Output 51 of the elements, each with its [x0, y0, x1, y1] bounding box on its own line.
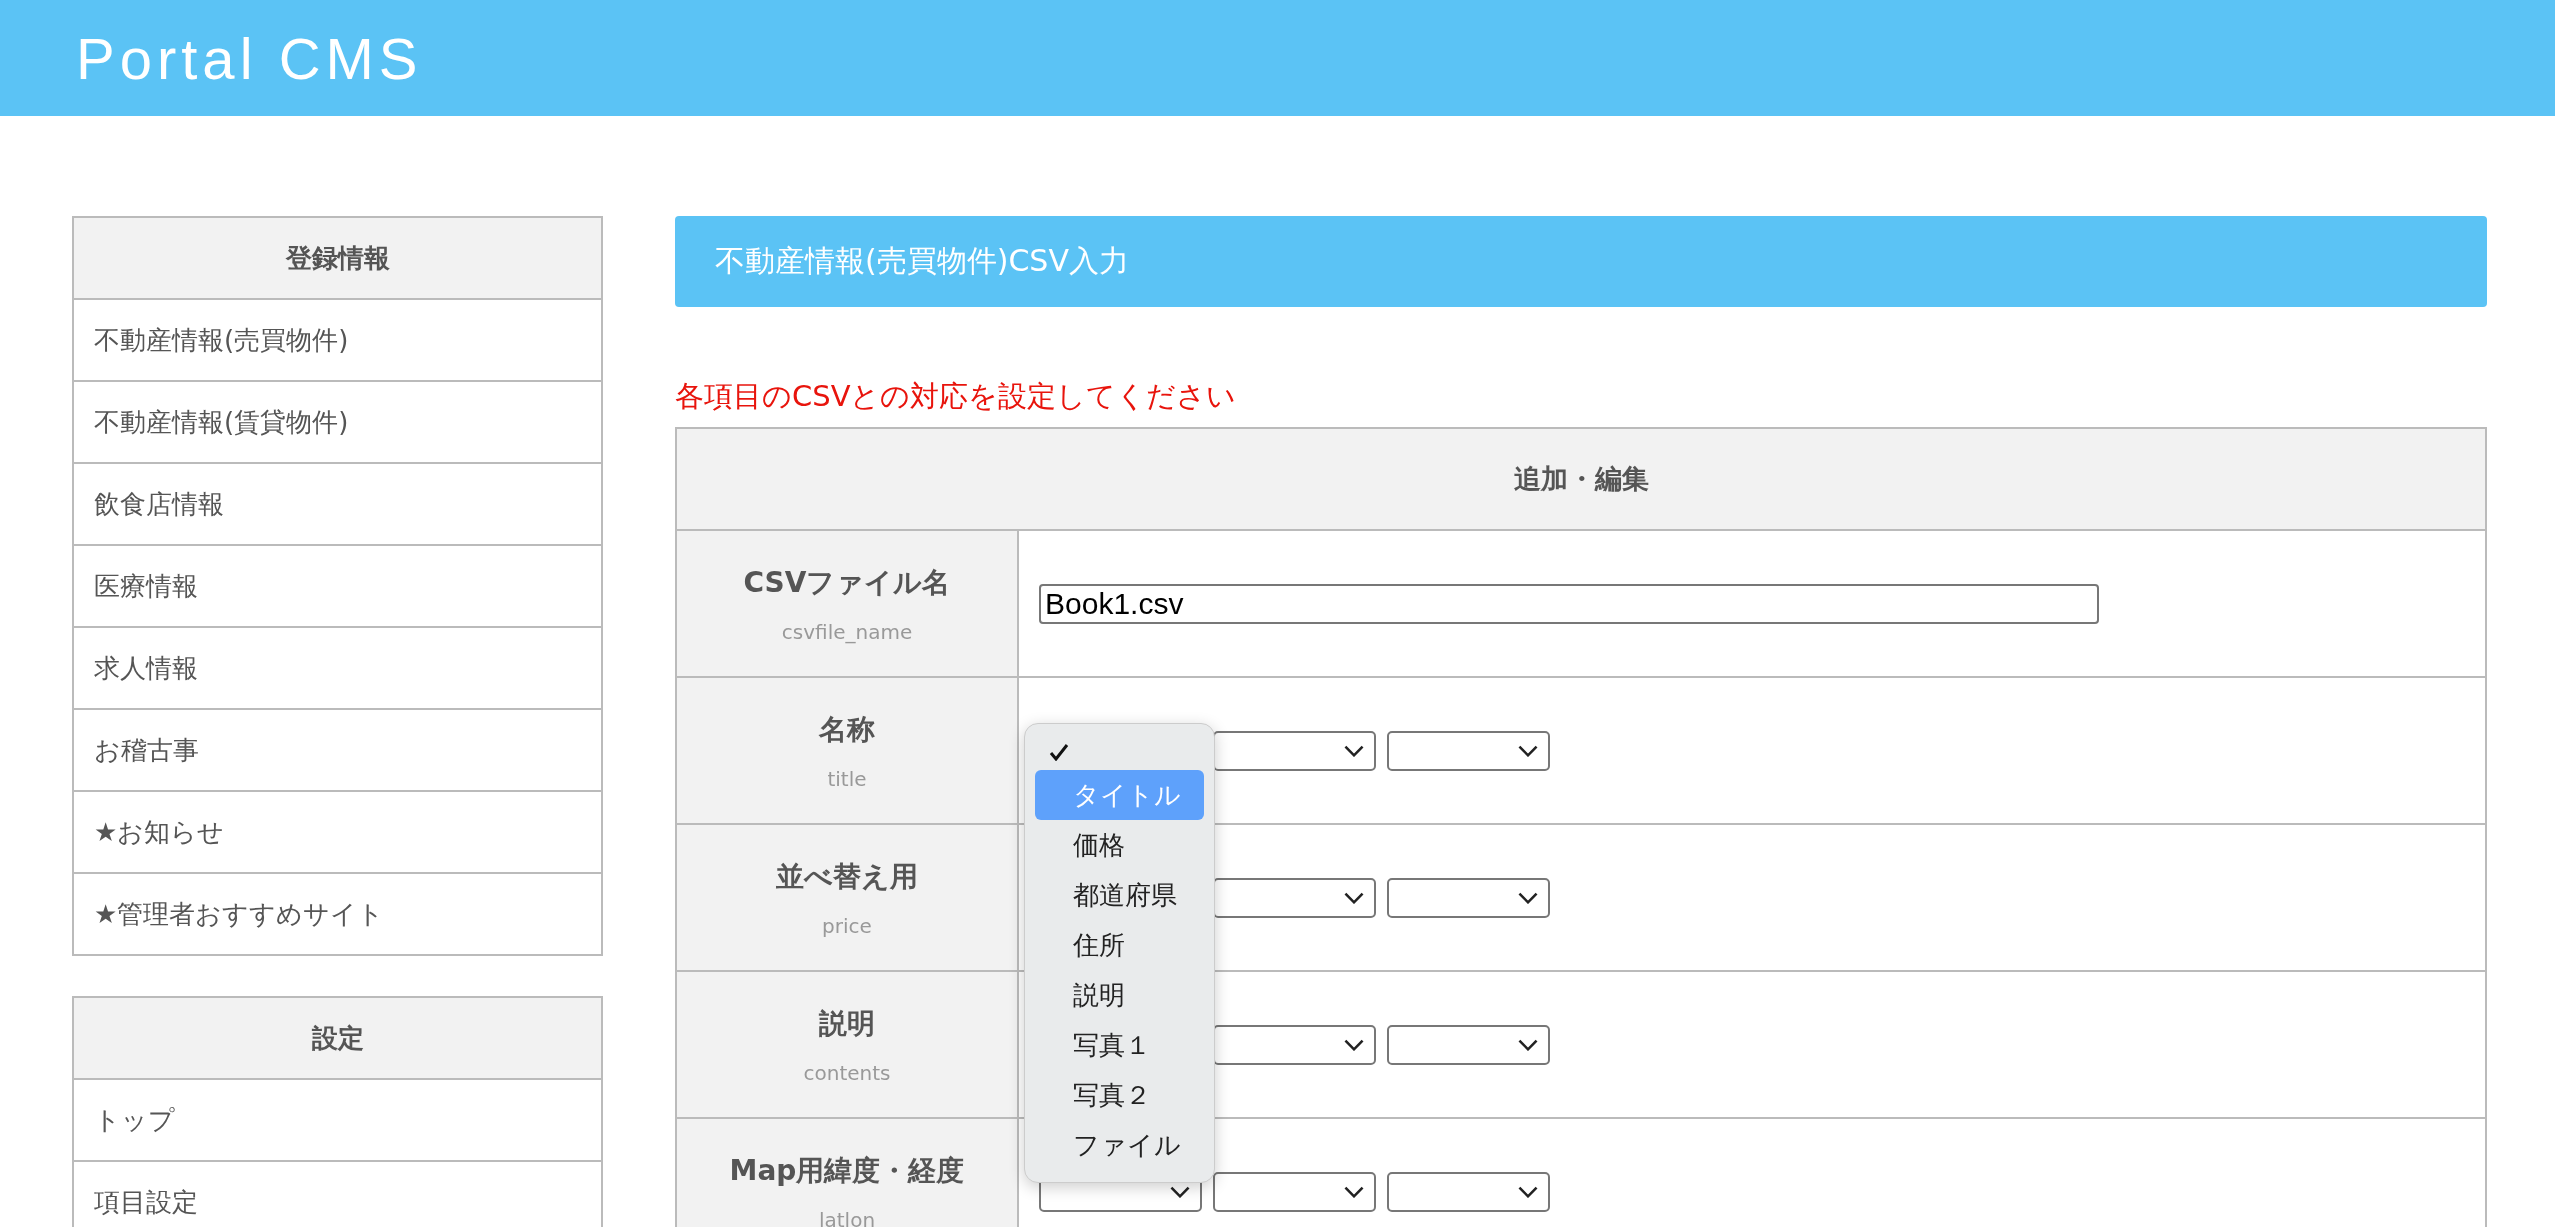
field-key: title [678, 766, 1016, 791]
caret-icon [1344, 1185, 1364, 1198]
dropdown-option[interactable]: 写真１ [1035, 1020, 1204, 1070]
field-label: Map用緯度・経度 [728, 1152, 966, 1189]
sidebar-item[interactable]: 求人情報 [74, 628, 601, 710]
dropdown-option[interactable]: 写真２ [1035, 1070, 1204, 1120]
sidebar-item[interactable]: お稽古事 [74, 710, 601, 792]
notice-text: 各項目のCSVとの対応を設定してください [675, 378, 1238, 415]
field-label: CSVファイル名 [742, 564, 952, 601]
dropdown-option[interactable]: 説明 [1035, 970, 1204, 1020]
field-label: 並べ替え用 [775, 858, 919, 895]
sidebar-heading: 登録情報 [74, 218, 601, 300]
select-field[interactable] [1387, 877, 1550, 918]
page-title: 不動産情報(売買物件)CSV入力 [675, 216, 2487, 307]
caret-icon [1344, 1038, 1364, 1051]
sidebar-item[interactable]: トップ [74, 1080, 601, 1162]
select-field[interactable] [1387, 1171, 1550, 1212]
sidebar-heading: 設定 [74, 998, 601, 1080]
caret-icon [1344, 891, 1364, 904]
site-title: Portal CMS [76, 24, 423, 92]
caret-icon [1518, 744, 1538, 757]
sidebar-item[interactable]: 医療情報 [74, 546, 601, 628]
select-field[interactable] [1213, 1171, 1376, 1212]
field-key: latlon [678, 1207, 1016, 1227]
select-field[interactable] [1213, 1024, 1376, 1065]
caret-icon [1170, 1185, 1190, 1198]
sidebar-item[interactable]: 不動産情報(賃貸物件) [74, 382, 601, 464]
caret-icon [1344, 744, 1364, 757]
caret-icon [1518, 1185, 1538, 1198]
sidebar-item[interactable]: ★お知らせ [74, 792, 601, 874]
field-key: csvfile_name [678, 619, 1016, 644]
sidebar-item[interactable]: ★管理者おすすめサイト [74, 874, 601, 956]
caret-icon [1518, 891, 1538, 904]
select-field[interactable] [1387, 1024, 1550, 1065]
select-field[interactable] [1387, 730, 1550, 771]
dropdown-option[interactable]: ファイル [1035, 1120, 1204, 1170]
dropdown-option[interactable]: 都道府県 [1035, 870, 1204, 920]
select-field[interactable] [1213, 877, 1376, 918]
table-heading: 追加・編集 [676, 428, 2486, 530]
caret-icon [1518, 1038, 1538, 1051]
sidebar-item[interactable]: 飲食店情報 [74, 464, 601, 546]
field-key: price [678, 913, 1016, 938]
field-key: contents [678, 1060, 1016, 1085]
dropdown-option[interactable]: 価格 [1035, 820, 1204, 870]
field-label: 説明 [818, 1005, 876, 1042]
dropdown-option[interactable]: 住所 [1035, 920, 1204, 970]
sidebar-item[interactable]: 項目設定 [74, 1162, 601, 1227]
sidebar-item[interactable]: 不動産情報(売買物件) [74, 300, 601, 382]
select-field[interactable] [1213, 730, 1376, 771]
file-name-field[interactable]: Book1.csv [1039, 583, 2099, 624]
field-label: 名称 [818, 711, 876, 748]
